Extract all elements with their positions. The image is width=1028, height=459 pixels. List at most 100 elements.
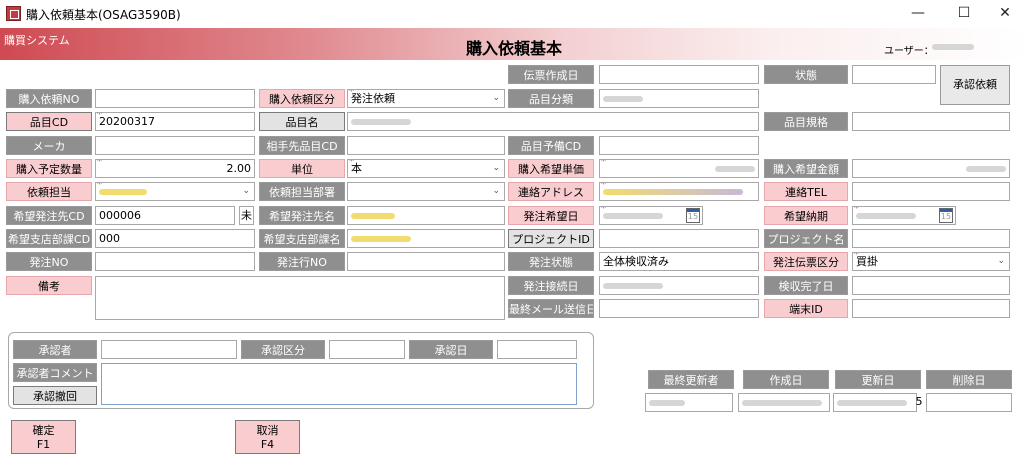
calendar-icon[interactable]: 15 bbox=[686, 208, 700, 223]
approve-request-button[interactable]: 承認依頼 bbox=[940, 65, 1010, 105]
remarks-textarea[interactable] bbox=[95, 276, 505, 320]
deleted-field[interactable] bbox=[926, 393, 1012, 412]
order-line-no-field[interactable] bbox=[347, 252, 505, 271]
approver-comment-textarea[interactable] bbox=[101, 363, 577, 405]
project-id-field[interactable] bbox=[599, 229, 759, 248]
request-no-field[interactable] bbox=[95, 89, 255, 108]
label-created: 作成日 bbox=[743, 370, 829, 389]
label-order-date: 発注希望日 bbox=[508, 206, 594, 225]
unit-select[interactable]: * 本 ⌄ bbox=[347, 159, 505, 178]
confirm-f1-button[interactable]: 確定 F1 bbox=[11, 420, 76, 454]
partner-item-cd-field[interactable] bbox=[347, 136, 505, 155]
desired-amount-field[interactable] bbox=[852, 159, 1010, 178]
label-remarks: 備考 bbox=[6, 276, 92, 295]
label-order-status: 発注状態 bbox=[508, 252, 594, 271]
updated-suffix: 5 bbox=[915, 395, 923, 408]
label-updated: 更新日 bbox=[835, 370, 921, 389]
label-slip-type: 発注伝票区分 bbox=[764, 252, 848, 271]
inspect-date-field[interactable] bbox=[852, 276, 1010, 295]
item-cd-field[interactable]: * 20200317 bbox=[95, 112, 255, 131]
project-id-button[interactable]: プロジェクトID bbox=[508, 229, 594, 248]
vendor-cd-field[interactable]: 000006 bbox=[95, 206, 235, 225]
label-project-name: プロジェクト名 bbox=[764, 229, 848, 248]
label-vendor-cd: 希望発注先CD bbox=[6, 206, 92, 225]
approval-panel: 承認者 承認区分 承認日 承認者コメント 承認撤回 bbox=[8, 332, 594, 409]
chevron-down-icon: ⌄ bbox=[492, 93, 500, 103]
user-label: ユーザー： bbox=[884, 46, 934, 57]
approval-type-field[interactable] bbox=[329, 340, 405, 359]
label-vendor-name: 希望発注先名 bbox=[259, 206, 345, 225]
status-field[interactable] bbox=[852, 65, 936, 84]
order-status-field[interactable]: 全体検収済み bbox=[599, 252, 759, 271]
order-date-field[interactable]: * 15 bbox=[599, 206, 703, 225]
planned-qty-field[interactable]: * 2.00 bbox=[95, 159, 255, 178]
approver-field[interactable] bbox=[101, 340, 237, 359]
item-cd-value: 20200317 bbox=[99, 115, 155, 128]
label-planned-qty: 購入予定数量 bbox=[6, 159, 92, 178]
label-desired-price: 購入希望単価 bbox=[508, 159, 594, 178]
label-request-no: 購入依頼NO bbox=[6, 89, 92, 108]
request-type-value: 発注依頼 bbox=[351, 92, 395, 105]
contact-addr-field[interactable]: * bbox=[599, 182, 759, 201]
terminal-id-field[interactable] bbox=[852, 299, 1010, 318]
label-terminal-id: 端末ID bbox=[764, 299, 848, 318]
label-status: 状態 bbox=[764, 65, 848, 84]
label-maker: メーカ bbox=[6, 136, 92, 155]
cancel-label: 取消 bbox=[256, 424, 279, 437]
chevron-down-icon: ⌄ bbox=[492, 186, 500, 196]
maker-field[interactable] bbox=[95, 136, 255, 155]
vendor-cd-value: 000006 bbox=[99, 209, 141, 222]
label-inspect-date: 検収完了日 bbox=[764, 276, 848, 295]
item-class-field[interactable] bbox=[599, 89, 759, 108]
cancel-key: F4 bbox=[260, 438, 275, 451]
label-approval-type: 承認区分 bbox=[241, 340, 325, 359]
item-cd-button[interactable]: 品目CD bbox=[6, 112, 92, 131]
vendor-name-field[interactable] bbox=[347, 206, 505, 225]
vendor-suffix-field[interactable]: 未 bbox=[239, 206, 254, 225]
desired-price-field[interactable]: * bbox=[599, 159, 759, 178]
slip-type-select[interactable]: * 買掛 ⌄ bbox=[852, 252, 1010, 271]
calendar-icon[interactable]: 15 bbox=[939, 208, 953, 223]
label-approver: 承認者 bbox=[13, 340, 97, 359]
label-approval-date: 承認日 bbox=[409, 340, 493, 359]
dept-select[interactable]: ⌄ bbox=[347, 182, 505, 201]
approval-withdraw-button[interactable]: 承認撤回 bbox=[13, 386, 97, 405]
slip-type-value: 買掛 bbox=[856, 255, 878, 268]
delivery-date-field[interactable]: * 15 bbox=[852, 206, 956, 225]
minimize-button[interactable]: — bbox=[895, 0, 941, 27]
label-delivery-date: 希望納期 bbox=[764, 206, 848, 225]
planned-qty-value: 2.00 bbox=[226, 162, 252, 175]
label-deleted: 削除日 bbox=[926, 370, 1012, 389]
maximize-button[interactable]: ☐ bbox=[941, 0, 987, 27]
last-mail-date-field[interactable] bbox=[599, 299, 759, 318]
cancel-f4-button[interactable]: 取消 F4 bbox=[235, 420, 300, 454]
project-name-field[interactable] bbox=[852, 229, 1010, 248]
label-denpyo-date: 伝票作成日 bbox=[508, 65, 594, 84]
updated-field[interactable] bbox=[833, 393, 917, 412]
last-updater-field[interactable] bbox=[645, 393, 733, 412]
order-connect-date-field[interactable] bbox=[599, 276, 759, 295]
request-type-select[interactable]: * 発注依頼 ⌄ bbox=[347, 89, 505, 108]
label-contact-addr: 連絡アドレス bbox=[508, 182, 594, 201]
chevron-down-icon: ⌄ bbox=[492, 163, 500, 173]
label-contact-tel: 連絡TEL bbox=[764, 182, 848, 201]
person-select[interactable]: * ⌄ bbox=[95, 182, 255, 201]
app-icon bbox=[6, 6, 21, 21]
close-button[interactable]: ✕ bbox=[982, 0, 1028, 27]
label-person: 依頼担当 bbox=[6, 182, 92, 201]
approval-date-field[interactable] bbox=[497, 340, 577, 359]
label-unit: 単位 bbox=[259, 159, 345, 178]
confirm-label: 確定 bbox=[32, 424, 55, 437]
item-spec-field[interactable] bbox=[852, 112, 1010, 131]
created-field[interactable] bbox=[738, 393, 830, 412]
item-spare-cd-field[interactable] bbox=[599, 136, 759, 155]
branch-name-field[interactable] bbox=[347, 229, 505, 248]
denpyo-date-field[interactable] bbox=[599, 65, 759, 84]
item-name-field[interactable] bbox=[347, 112, 759, 131]
label-item-spare-cd: 品目予備CD bbox=[508, 136, 594, 155]
branch-cd-field[interactable]: 000 bbox=[95, 229, 255, 248]
contact-tel-field[interactable] bbox=[852, 182, 1010, 201]
user-name-redacted bbox=[932, 42, 974, 53]
item-name-button[interactable]: 品目名 bbox=[259, 112, 345, 131]
order-no-field[interactable] bbox=[95, 252, 255, 271]
